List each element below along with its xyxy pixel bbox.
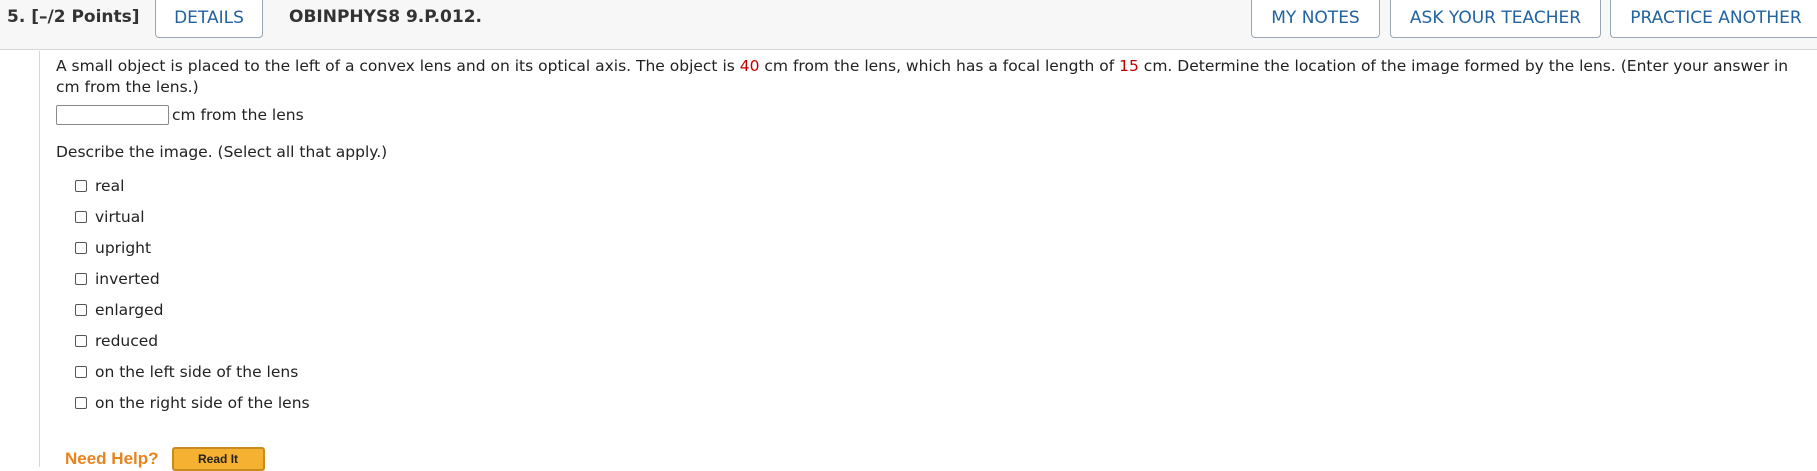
option-checkbox[interactable] — [75, 334, 87, 347]
option-label: upright — [95, 238, 152, 257]
help-section: Need Help? Read It — [65, 447, 265, 471]
option-checkbox[interactable] — [75, 396, 87, 409]
question-points: 5. [–/2 Points] — [7, 7, 140, 27]
option-right-side[interactable]: on the right side of the lens — [75, 387, 310, 418]
option-real[interactable]: real — [75, 170, 310, 201]
ask-your-teacher-button[interactable]: ASK YOUR TEACHER — [1390, 0, 1601, 38]
option-reduced[interactable]: reduced — [75, 325, 310, 356]
option-label: enlarged — [95, 300, 164, 319]
option-label: virtual — [95, 207, 145, 226]
option-checkbox[interactable] — [75, 210, 87, 223]
object-distance-value: 40 — [739, 57, 760, 75]
my-notes-button[interactable]: MY NOTES — [1251, 0, 1380, 38]
image-location-input[interactable] — [56, 105, 169, 125]
option-label: reduced — [95, 331, 159, 350]
option-checkbox[interactable] — [75, 303, 87, 316]
read-it-button[interactable]: Read It — [171, 447, 265, 471]
option-label: on the right side of the lens — [95, 393, 310, 412]
focal-length-value: 15 — [1119, 57, 1139, 75]
describe-prompt: Describe the image. (Select all that app… — [56, 143, 388, 161]
question-text: A small object is placed to the left of … — [56, 57, 1789, 96]
question-code: OBINPHYS8 9.P.012. — [289, 7, 482, 27]
details-button[interactable]: DETAILS — [155, 0, 263, 38]
practice-another-button[interactable]: PRACTICE ANOTHER — [1610, 0, 1817, 38]
option-label: inverted — [95, 269, 160, 288]
answer-row: cm from the lens — [56, 105, 304, 125]
image-description-options: real virtual upright inverted enlarged r… — [75, 170, 310, 418]
option-virtual[interactable]: virtual — [75, 201, 310, 232]
option-checkbox[interactable] — [75, 241, 87, 254]
option-enlarged[interactable]: enlarged — [75, 294, 310, 325]
option-checkbox[interactable] — [75, 365, 87, 378]
option-inverted[interactable]: inverted — [75, 263, 310, 294]
question-header: 5. [–/2 Points] DETAILS OBINPHYS8 9.P.01… — [0, 0, 1817, 50]
option-label: real — [95, 176, 125, 195]
option-left-side[interactable]: on the left side of the lens — [75, 356, 310, 387]
points-label: [–/2 Points] — [31, 7, 140, 27]
option-checkbox[interactable] — [75, 272, 87, 285]
need-help-label: Need Help? — [65, 449, 159, 468]
option-checkbox[interactable] — [75, 179, 87, 192]
answer-unit-label: cm from the lens — [172, 106, 304, 124]
question-number: 5. — [7, 7, 26, 27]
question-body: A small object is placed to the left of … — [39, 51, 1817, 471]
option-label: on the left side of the lens — [95, 362, 299, 381]
option-upright[interactable]: upright — [75, 232, 310, 263]
